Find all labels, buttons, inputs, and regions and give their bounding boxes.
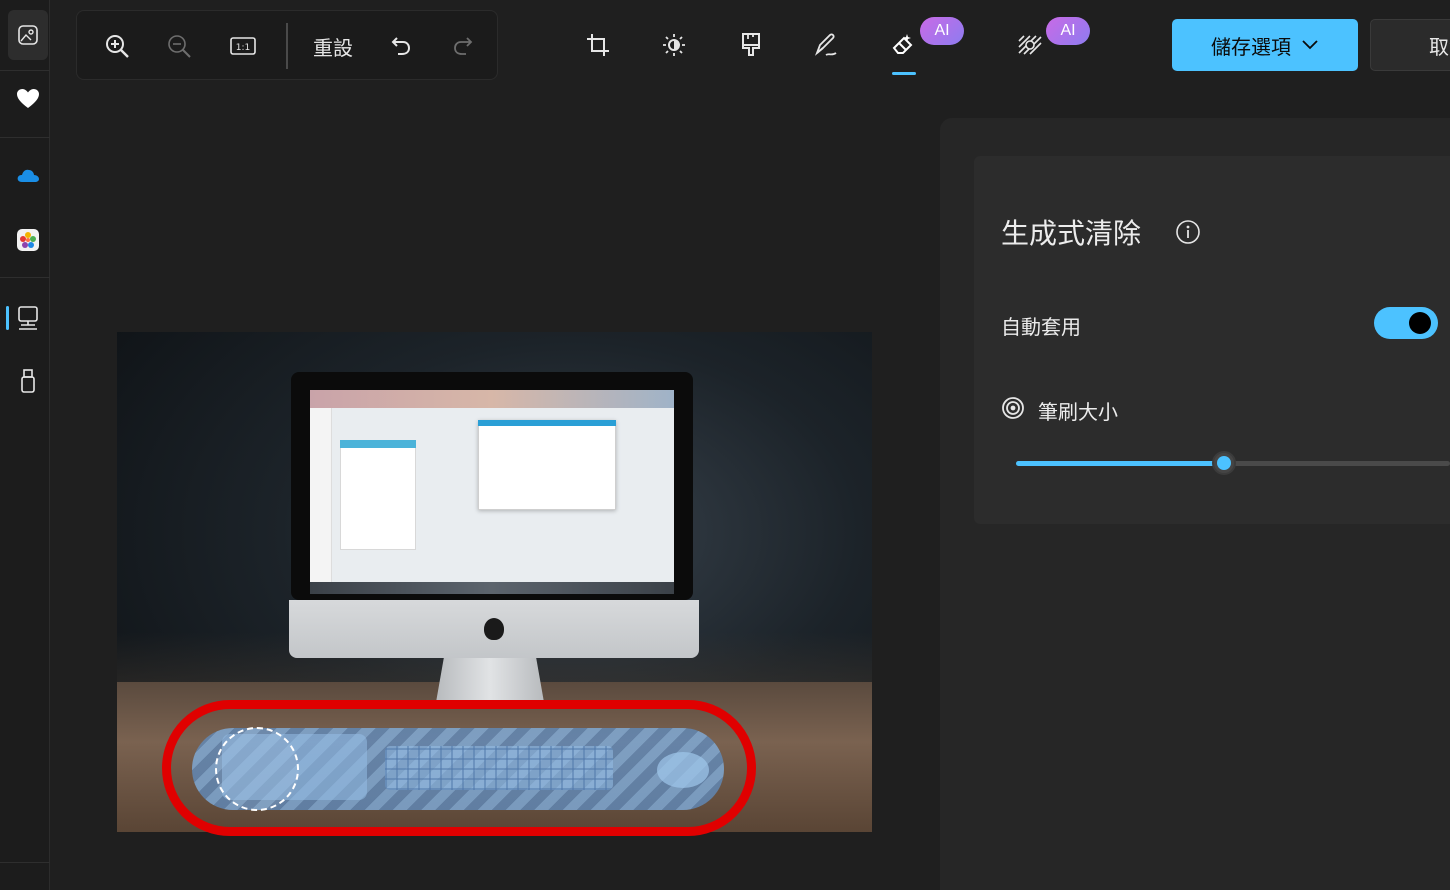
redo-icon[interactable] (441, 11, 485, 81)
active-tool-indicator (892, 72, 916, 75)
background-ai-badge: AI (1046, 17, 1090, 45)
auto-apply-label: 自動套用 (1001, 315, 1081, 339)
filter-brush-icon[interactable] (726, 20, 776, 70)
undo-icon[interactable] (379, 11, 423, 81)
adjust-brightness-icon[interactable] (649, 20, 699, 70)
erase-ai-badge: AI (920, 17, 964, 45)
cancel-button[interactable]: 取消 (1370, 19, 1450, 71)
zoom-out-icon[interactable] (157, 11, 201, 81)
annotation-highlight-ring (162, 700, 756, 836)
actual-size-icon[interactable]: 1:1 (221, 11, 265, 81)
brush-size-slider-fill (1016, 461, 1225, 466)
svg-text:1:1: 1:1 (236, 43, 250, 53)
apple-logo-icon (484, 618, 504, 640)
usb-drive-icon[interactable] (8, 356, 48, 406)
reset-button[interactable]: 重設 (305, 11, 361, 81)
save-options-label: 儲存選項 (1211, 34, 1291, 59)
crop-icon[interactable] (573, 20, 623, 70)
gallery-icon[interactable] (8, 10, 48, 60)
brush-size-label: 筆刷大小 (1038, 400, 1118, 424)
favorites-heart-icon[interactable] (8, 74, 48, 124)
photos-app-icon[interactable] (8, 215, 48, 265)
reset-button-label: 重設 (313, 35, 353, 60)
markup-pen-icon[interactable] (801, 20, 851, 70)
panel-title: 生成式清除 (1001, 217, 1142, 250)
view-toolbar: 1:1 重設 (76, 10, 498, 80)
info-icon[interactable] (1175, 219, 1201, 245)
imac-screen-content (310, 390, 674, 594)
toggle-knob (1409, 312, 1431, 334)
zoom-in-icon[interactable] (95, 11, 139, 81)
cancel-button-label: 取消 (1429, 34, 1450, 59)
chevron-down-icon (1302, 40, 1318, 50)
save-options-button[interactable]: 儲存選項 (1172, 19, 1358, 71)
brush-size-icon (1001, 396, 1025, 420)
onedrive-cloud-icon[interactable] (8, 150, 48, 200)
computer-icon[interactable] (8, 293, 48, 343)
left-navigation-rail (0, 0, 50, 890)
